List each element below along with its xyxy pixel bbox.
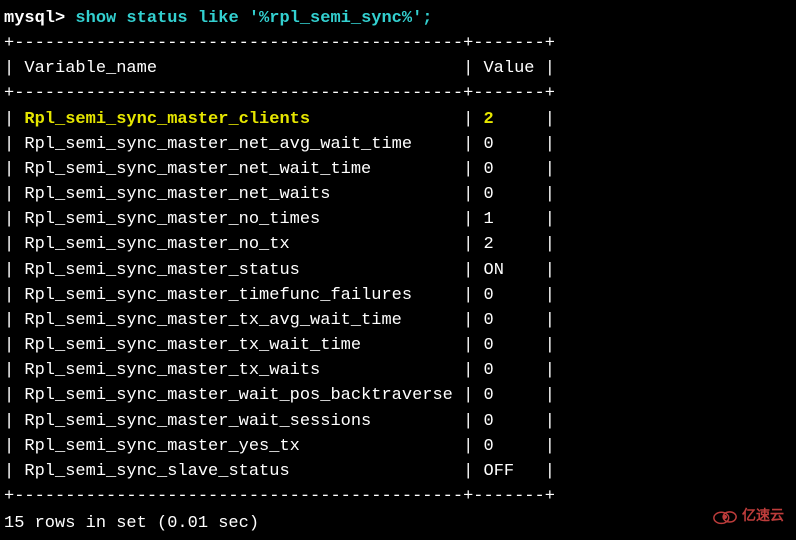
mysql-command-line: mysql> show status like '%rpl_semi_sync%… — [4, 6, 792, 31]
variable-name-cell: Rpl_semi_sync_slave_status — [24, 462, 452, 481]
value-cell: 0 — [484, 412, 535, 431]
table-border-top: +---------------------------------------… — [4, 31, 792, 56]
variable-name-cell: Rpl_semi_sync_master_yes_tx — [24, 437, 452, 456]
table-row: | Rpl_semi_sync_master_wait_pos_backtrav… — [4, 383, 792, 408]
table-row: | Rpl_semi_sync_master_tx_waits | 0 | — [4, 358, 792, 383]
mysql-prompt: mysql> — [4, 9, 65, 28]
value-cell: 0 — [484, 311, 535, 330]
value-cell: ON — [484, 261, 535, 280]
value-cell: 0 — [484, 185, 535, 204]
value-cell: 0 — [484, 437, 535, 456]
cloud-icon — [712, 507, 738, 525]
variable-name-cell: Rpl_semi_sync_master_tx_waits — [24, 361, 452, 380]
variable-name-cell: Rpl_semi_sync_master_status — [24, 261, 452, 280]
table-header-row: | Variable_name | Value | — [4, 56, 792, 81]
variable-name-cell: Rpl_semi_sync_master_no_tx — [24, 235, 452, 254]
table-row: | Rpl_semi_sync_master_status | ON | — [4, 258, 792, 283]
table-row: | Rpl_semi_sync_master_tx_avg_wait_time … — [4, 308, 792, 333]
variable-name-cell: Rpl_semi_sync_master_no_times — [24, 210, 452, 229]
result-footer: 15 rows in set (0.01 sec) — [4, 511, 792, 536]
value-cell: 0 — [484, 336, 535, 355]
sql-command: show status like '%rpl_semi_sync%'; — [65, 9, 432, 28]
value-cell: 0 — [484, 160, 535, 179]
watermark: 亿速云 — [712, 505, 784, 526]
table-row: | Rpl_semi_sync_master_yes_tx | 0 | — [4, 434, 792, 459]
watermark-text: 亿速云 — [742, 505, 784, 526]
variable-name-cell: Rpl_semi_sync_master_net_avg_wait_time — [24, 135, 452, 154]
table-row: | Rpl_semi_sync_master_tx_wait_time | 0 … — [4, 333, 792, 358]
variable-name-cell: Rpl_semi_sync_master_net_wait_time — [24, 160, 452, 179]
value-cell: 0 — [484, 386, 535, 405]
variable-name-cell: Rpl_semi_sync_master_net_waits — [24, 185, 452, 204]
value-cell: OFF — [484, 462, 535, 481]
table-row: | Rpl_semi_sync_master_net_wait_time | 0… — [4, 157, 792, 182]
value-cell: 1 — [484, 210, 535, 229]
table-row: | Rpl_semi_sync_master_timefunc_failures… — [4, 283, 792, 308]
table-row: | Rpl_semi_sync_master_wait_sessions | 0… — [4, 409, 792, 434]
table-row: | Rpl_semi_sync_slave_status | OFF | — [4, 459, 792, 484]
value-cell: 2 — [484, 235, 535, 254]
variable-name-cell: Rpl_semi_sync_master_tx_wait_time — [24, 336, 452, 355]
variable-name-cell: Rpl_semi_sync_master_clients — [24, 110, 452, 129]
table-row: | Rpl_semi_sync_master_net_avg_wait_time… — [4, 132, 792, 157]
table-row: | Rpl_semi_sync_master_no_times | 1 | — [4, 207, 792, 232]
variable-name-cell: Rpl_semi_sync_master_timefunc_failures — [24, 286, 452, 305]
variable-name-cell: Rpl_semi_sync_master_tx_avg_wait_time — [24, 311, 452, 330]
table-border-header: +---------------------------------------… — [4, 81, 792, 106]
table-row: | Rpl_semi_sync_master_clients | 2 | — [4, 107, 792, 132]
variable-name-cell: Rpl_semi_sync_master_wait_pos_backtraver… — [24, 386, 452, 405]
value-cell: 2 — [484, 110, 535, 129]
value-cell: 0 — [484, 135, 535, 154]
variable-name-cell: Rpl_semi_sync_master_wait_sessions — [24, 412, 452, 431]
value-cell: 0 — [484, 361, 535, 380]
table-row: | Rpl_semi_sync_master_no_tx | 2 | — [4, 232, 792, 257]
table-row: | Rpl_semi_sync_master_net_waits | 0 | — [4, 182, 792, 207]
table-border-bottom: +---------------------------------------… — [4, 484, 792, 509]
value-cell: 0 — [484, 286, 535, 305]
table-body: | Rpl_semi_sync_master_clients | 2 || Rp… — [4, 107, 792, 484]
